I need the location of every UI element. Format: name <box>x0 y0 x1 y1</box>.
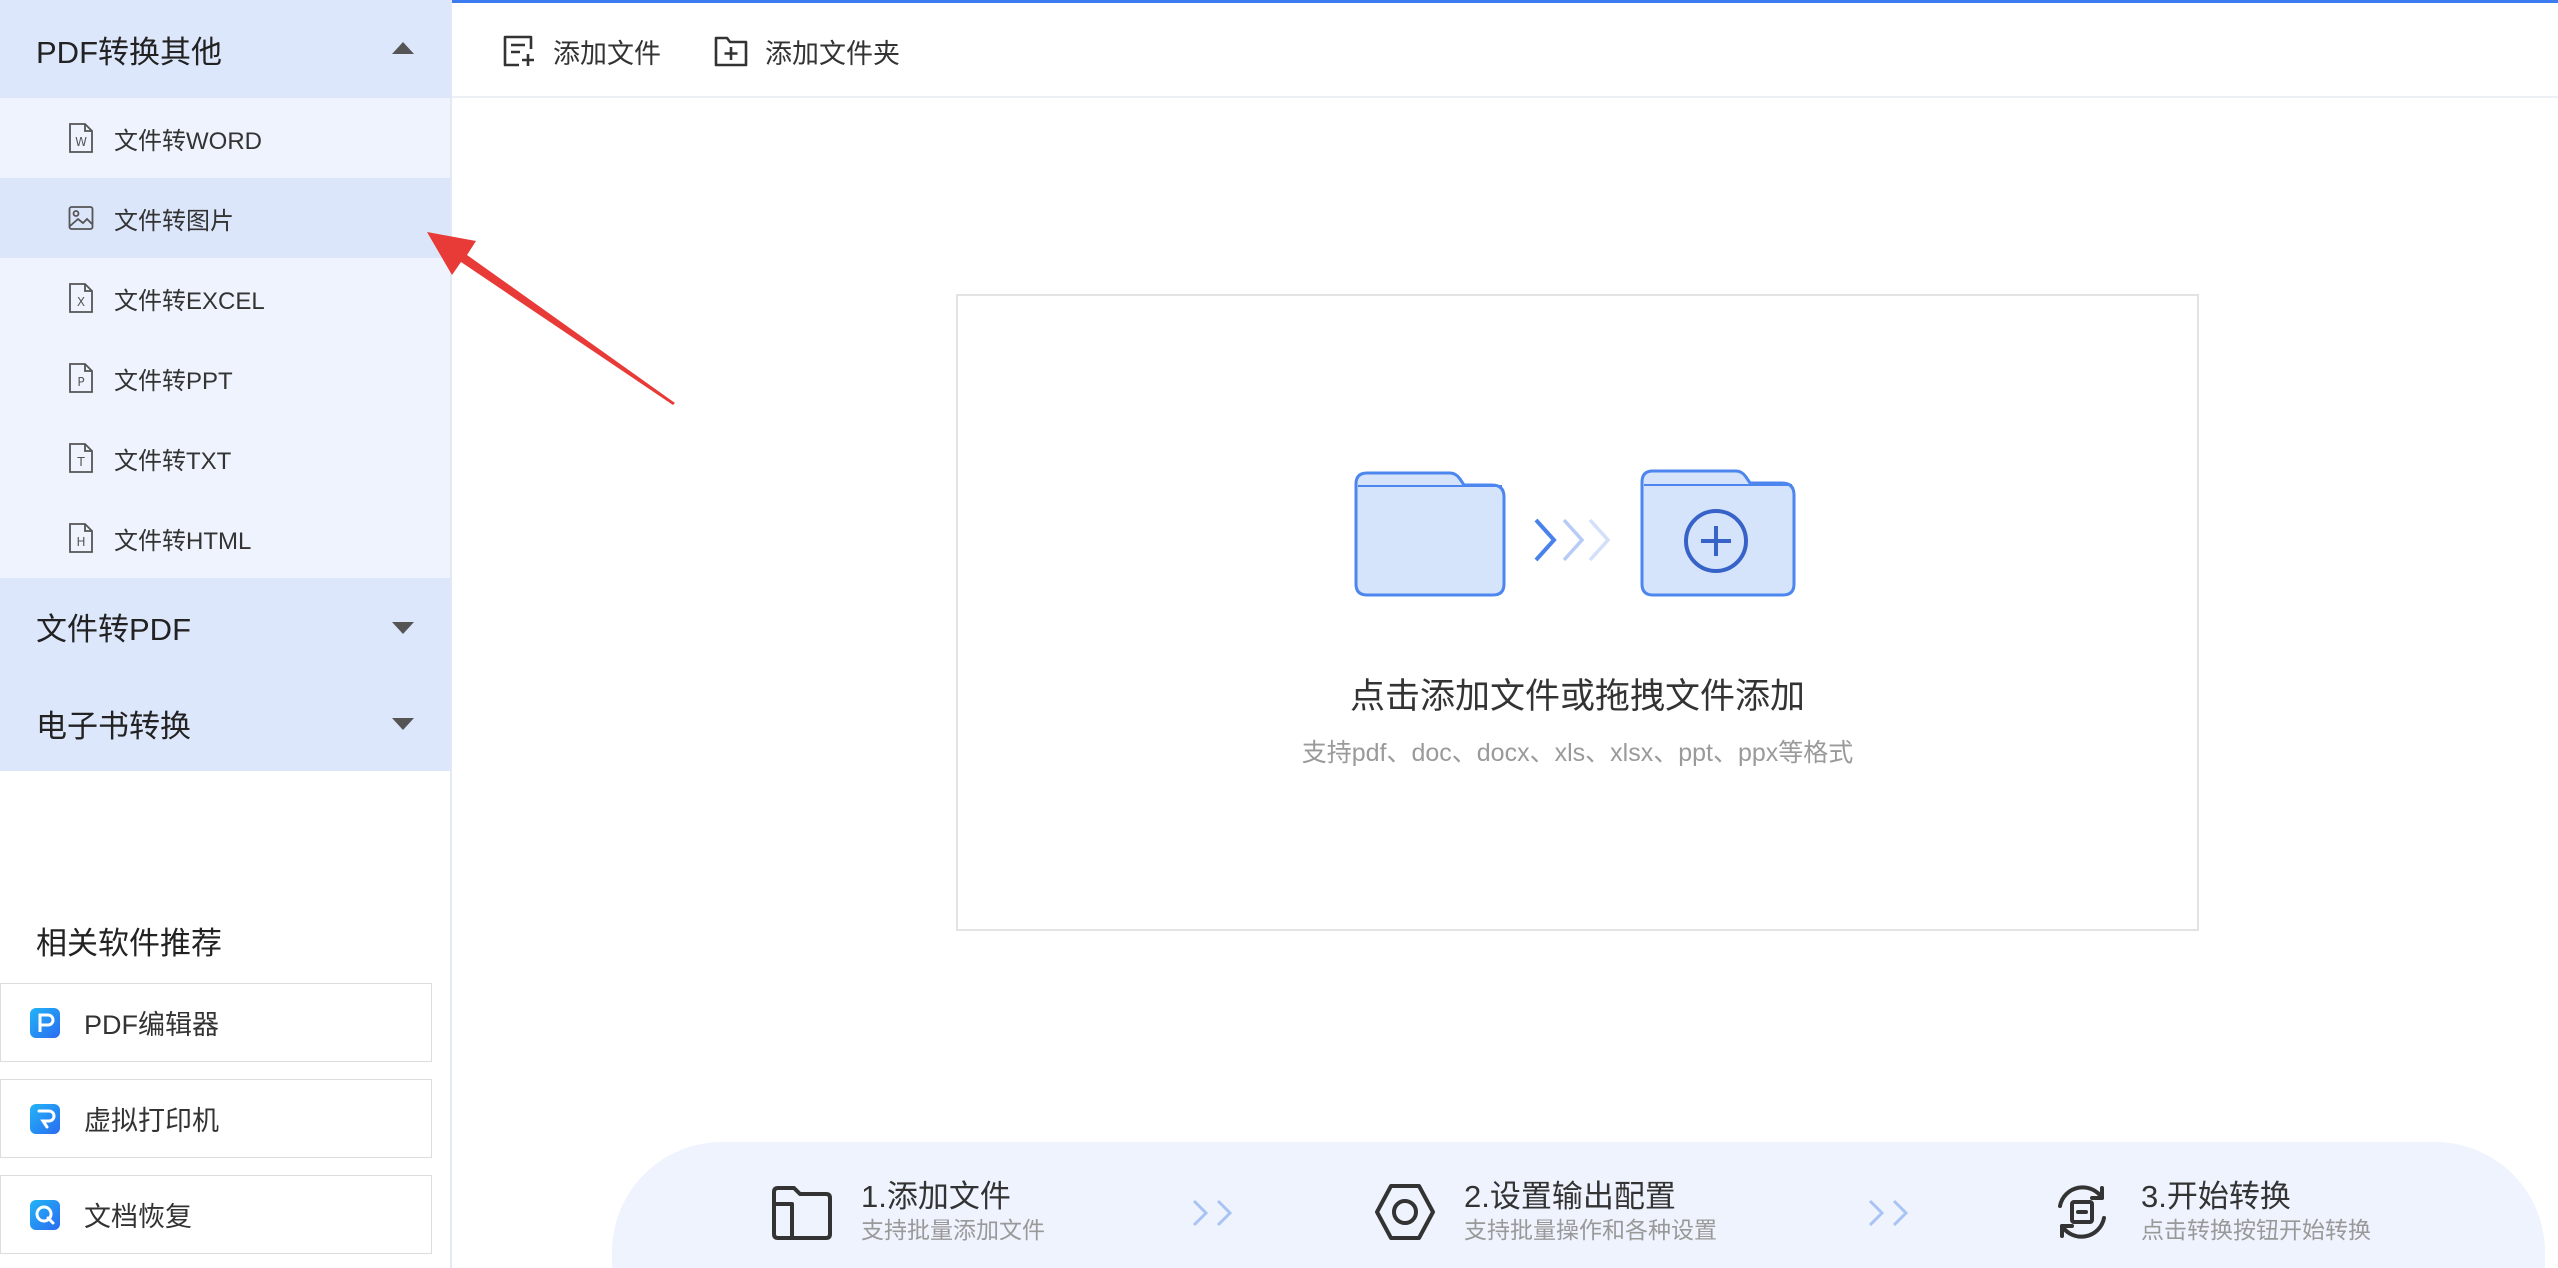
add-folder-button[interactable]: 添加文件夹 <box>713 16 900 86</box>
pdf-editor-app-icon <box>30 1007 60 1038</box>
step-start-convert: 3.开始转换 点击转换按钮开始转换 <box>2050 1176 2371 1248</box>
recommend-label: PDF编辑器 <box>84 1010 219 1040</box>
step-desc: 点击转换按钮开始转换 <box>2141 1217 2371 1243</box>
recommend-title: 相关软件推荐 <box>36 926 222 961</box>
sidebar-group-label: 电子书转换 <box>36 708 191 744</box>
step-title: 2.设置输出配置 <box>1464 1179 1676 1214</box>
caret-down-icon <box>392 718 414 730</box>
chevrons-right-icon <box>1868 1199 1909 1227</box>
html-file-icon: H <box>69 523 93 553</box>
sidebar-group-label: 文件转PDF <box>36 612 191 647</box>
recommend-label: 文档恢复 <box>84 1202 192 1232</box>
step-title: 1.添加文件 <box>861 1179 1011 1214</box>
sidebar-item-to-html[interactable]: H 文件转HTML <box>0 498 450 578</box>
annotation-arrow <box>427 232 675 405</box>
sidebar-group-ebook-convert[interactable]: 电子书转换 <box>0 675 450 771</box>
step-desc: 支持批量操作和各种设置 <box>1464 1217 1717 1243</box>
folder-icon <box>772 1186 832 1240</box>
drop-zone-supported-formats: 支持pdf、doc、docx、xls、xlsx、ppt、ppx等格式 <box>1301 739 1854 767</box>
file-drop-zone[interactable]: 点击添加文件或拖拽文件添加 支持pdf、doc、docx、xls、xlsx、pp… <box>956 294 2199 931</box>
recommend-virtual-printer-button[interactable]: 虚拟打印机 <box>0 1079 432 1158</box>
add-folder-label: 添加文件夹 <box>765 38 900 69</box>
svg-text:H: H <box>76 535 85 549</box>
sidebar-item-to-txt[interactable]: T 文件转TXT <box>0 418 450 498</box>
caret-down-icon <box>392 621 414 634</box>
recommend-label: 虚拟打印机 <box>84 1106 219 1136</box>
chevrons-right-icon <box>1534 518 1611 562</box>
source-folder-icon <box>1354 471 1506 597</box>
target-folder-add-icon <box>1640 469 1796 597</box>
chevrons-right-icon <box>1192 1199 1233 1227</box>
sidebar-group-file-to-pdf[interactable]: 文件转PDF <box>0 578 450 675</box>
recommend-pdf-editor-button[interactable]: PDF编辑器 <box>0 983 432 1062</box>
step-desc: 支持批量添加文件 <box>861 1217 1045 1243</box>
step-output-settings: 2.设置输出配置 支持批量操作和各种设置 <box>1373 1176 1717 1248</box>
add-folder-icon <box>714 36 748 67</box>
svg-text:T: T <box>76 455 85 469</box>
drop-zone-title: 点击添加文件或拖拽文件添加 <box>1349 677 1805 716</box>
sidebar-item-label: 文件转HTML <box>114 527 252 555</box>
step-title: 3.开始转换 <box>2141 1179 2291 1214</box>
virtual-printer-app-icon <box>30 1103 60 1134</box>
convert-icon <box>2058 1185 2106 1239</box>
sidebar-item-label: 文件转TXT <box>114 447 232 475</box>
toolbar: 添加文件 添加文件夹 <box>452 3 2558 98</box>
document-recovery-app-icon <box>30 1199 60 1230</box>
recommend-document-recovery-button[interactable]: 文档恢复 <box>0 1175 432 1254</box>
step-add-files: 1.添加文件 支持批量添加文件 <box>770 1176 1045 1248</box>
txt-file-icon: T <box>69 443 93 473</box>
settings-icon <box>1375 1184 1435 1240</box>
